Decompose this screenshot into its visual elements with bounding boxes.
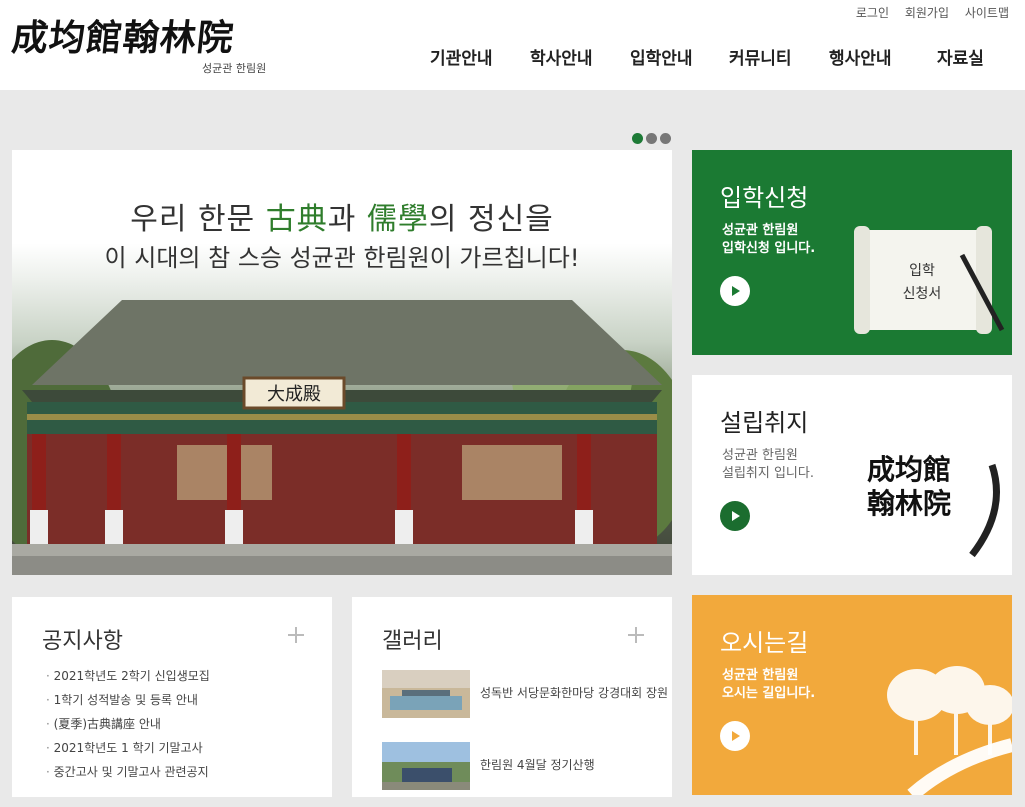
play-icon (732, 731, 740, 741)
slider-dot-3[interactable] (660, 133, 671, 144)
site-header: 成均館翰林院 성균관 한림원 로그인 회원가입 사이트맵 기관안내 학사안내 입… (0, 0, 1025, 90)
nav-community[interactable]: 커뮤니티 (729, 44, 792, 69)
hero-banner[interactable]: 大成殿 우리 한문 古典과 儒學의 정신을 이 시대의 참 스승 성균관 한림원… (12, 150, 672, 575)
play-icon (732, 286, 740, 296)
calligraphy-line: 成均館 (867, 453, 952, 486)
directions-card-title: 오시는길 (720, 629, 809, 657)
scroll-illustration: 입학 신청서 (854, 226, 1005, 334)
gallery-thumbnail[interactable] (382, 742, 470, 790)
apply-card-desc-line: 입학신청 입니다. (722, 241, 816, 256)
nav-events[interactable]: 행사안내 (829, 44, 892, 69)
hero-headline: 우리 한문 古典과 儒學의 정신을 (12, 194, 672, 238)
gallery-title: 갤러리 (382, 629, 443, 654)
slider-pagination (632, 129, 674, 144)
notice-item[interactable]: (夏季)古典講座 안내 (46, 715, 210, 739)
calligraphy-line: 翰林院 (867, 487, 952, 520)
calligraphy-illustration: 成均館 翰林院 (867, 453, 951, 521)
road-trees-illustration (887, 666, 1012, 795)
apply-card-desc-line: 성균관 한림원 (722, 223, 799, 238)
login-link[interactable]: 로그인 (856, 6, 889, 20)
hero-headline-hanja-confucianism: 儒學 (366, 202, 429, 237)
purpose-card-title: 설립취지 (720, 409, 809, 437)
notice-list: 2021학년도 2학기 신입생모집 1학기 성적발송 및 등록 안내 (夏季)古… (46, 667, 210, 787)
slider-dot-1[interactable] (632, 133, 643, 144)
apply-card-title: 입학신청 (720, 184, 809, 212)
gallery-item[interactable]: 성독반 서당문화한마당 강경대회 장원 (382, 670, 672, 720)
nav-admission[interactable]: 입학안내 (630, 44, 693, 69)
sitemap-link[interactable]: 사이트맵 (965, 6, 1009, 20)
purpose-card-desc-line: 설립취지 입니다. (722, 466, 814, 481)
gallery-item[interactable]: 한림원 4월달 정기산행 (382, 742, 672, 792)
main-navigation: 기관안내 학사안내 입학안내 커뮤니티 행사안내 자료실 (0, 44, 1025, 74)
scroll-text-application: 신청서 (903, 286, 942, 302)
directions-play-button[interactable] (720, 721, 750, 751)
gallery-more-icon[interactable] (628, 627, 644, 643)
gallery-item-title: 한림원 4월달 정기산행 (480, 758, 595, 772)
nav-academics[interactable]: 학사안내 (530, 44, 593, 69)
purpose-card[interactable]: 설립취지 성균관 한림원 설립취지 입니다. 成均館 翰林院 (692, 375, 1012, 575)
gallery-photo-1 (382, 670, 470, 718)
notice-item[interactable]: 1학기 성적발송 및 등록 안내 (46, 691, 210, 715)
notice-item[interactable]: 2021학년도 2학기 신입생모집 (46, 667, 210, 691)
directions-card[interactable]: 오시는길 성균관 한림원 오시는 길입니다. (692, 595, 1012, 795)
notice-item[interactable]: 중간고사 및 기말고사 관련공지 (46, 763, 210, 787)
notice-more-icon[interactable] (288, 627, 304, 643)
apply-card[interactable]: 입학신청 성균관 한림원 입학신청 입니다. 입학 신청서 (692, 150, 1012, 355)
purpose-card-desc-line: 성균관 한림원 (722, 448, 798, 463)
utility-links: 로그인 회원가입 사이트맵 (844, 4, 1009, 21)
hero-subheadline: 이 시대의 참 스승 성균관 한림원이 가르칩니다! (104, 244, 580, 272)
notice-title: 공지사항 (42, 629, 123, 654)
purpose-card-description: 성균관 한림원 설립취지 입니다. (722, 447, 872, 483)
brush-stroke-illustration (969, 463, 1000, 558)
hero-headline-part: 과 (327, 202, 367, 237)
apply-card-description: 성균관 한림원 입학신청 입니다. (722, 222, 872, 258)
hero-headline-hanja-classics: 古典 (265, 202, 328, 237)
nav-about[interactable]: 기관안내 (430, 44, 493, 69)
purpose-play-button[interactable] (720, 501, 750, 531)
hero-headline-part: 의 정신을 (428, 202, 554, 237)
nav-archive[interactable]: 자료실 (937, 44, 984, 69)
apply-play-button[interactable] (720, 276, 750, 306)
hero-headline-part: 우리 한문 (130, 202, 266, 237)
scroll-text-admission: 입학 (909, 263, 935, 279)
join-link[interactable]: 회원가입 (905, 6, 949, 20)
play-icon (732, 511, 740, 521)
gallery-thumbnail[interactable] (382, 670, 470, 718)
notice-item[interactable]: 2021학년도 1 학기 기말고사 (46, 739, 210, 763)
gallery-photo-2 (382, 742, 470, 790)
hero-plaque: 大成殿 (267, 384, 321, 405)
notice-board: 공지사항 2021학년도 2학기 신입생모집 1학기 성적발송 및 등록 안내 … (12, 597, 332, 797)
slider-dot-2[interactable] (646, 133, 657, 144)
gallery-board: 갤러리 성독반 서당문화한마당 강경대회 장원 한림원 4월달 정기산행 (352, 597, 672, 797)
gallery-item-title: 성독반 서당문화한마당 강경대회 장원 (480, 686, 669, 700)
